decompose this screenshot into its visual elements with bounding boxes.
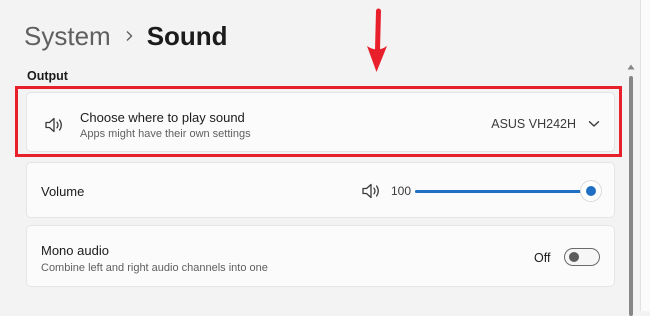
volume-value: 100 [391, 184, 412, 198]
speaker-icon[interactable] [360, 180, 382, 202]
mono-audio-toggle[interactable] [564, 248, 600, 266]
window-edge [641, 0, 650, 311]
output-device-dropdown[interactable]: ASUS VH242H [491, 115, 600, 133]
mono-audio-card: Mono audio Combine left and right audio … [26, 225, 615, 287]
breadcrumb: System Sound [24, 16, 228, 56]
volume-slider[interactable] [415, 181, 601, 201]
mono-audio-subtitle: Combine left and right audio channels in… [41, 262, 268, 274]
breadcrumb-system-link[interactable]: System [24, 21, 111, 52]
chevron-right-icon [111, 26, 147, 46]
annotation-arrow-icon [367, 8, 387, 72]
choose-device-title: Choose where to play sound [80, 110, 245, 125]
volume-slider-track [415, 190, 591, 193]
mono-audio-toggle-knob [569, 252, 579, 262]
volume-card: Volume 100 [26, 162, 615, 218]
section-title-output: Output [27, 69, 68, 83]
choose-output-device-card[interactable]: Choose where to play sound Apps might ha… [26, 92, 615, 152]
choose-device-subtitle: Apps might have their own settings [80, 128, 251, 140]
scrollbar-thumb[interactable] [629, 76, 633, 316]
selected-device-value: ASUS VH242H [491, 117, 576, 131]
scrollbar[interactable] [626, 62, 636, 316]
volume-label: Volume [41, 184, 85, 199]
volume-slider-thumb[interactable] [581, 181, 601, 201]
mono-audio-title: Mono audio [41, 243, 109, 258]
volume-slider-thumb-dot [586, 186, 596, 196]
page-title: Sound [146, 20, 228, 51]
volume-slider-fill [415, 190, 591, 193]
speaker-icon [45, 117, 62, 133]
chevron-down-icon [588, 121, 600, 127]
scroll-up-arrow-icon[interactable] [626, 62, 636, 72]
mono-audio-state-label: Off [534, 251, 551, 265]
